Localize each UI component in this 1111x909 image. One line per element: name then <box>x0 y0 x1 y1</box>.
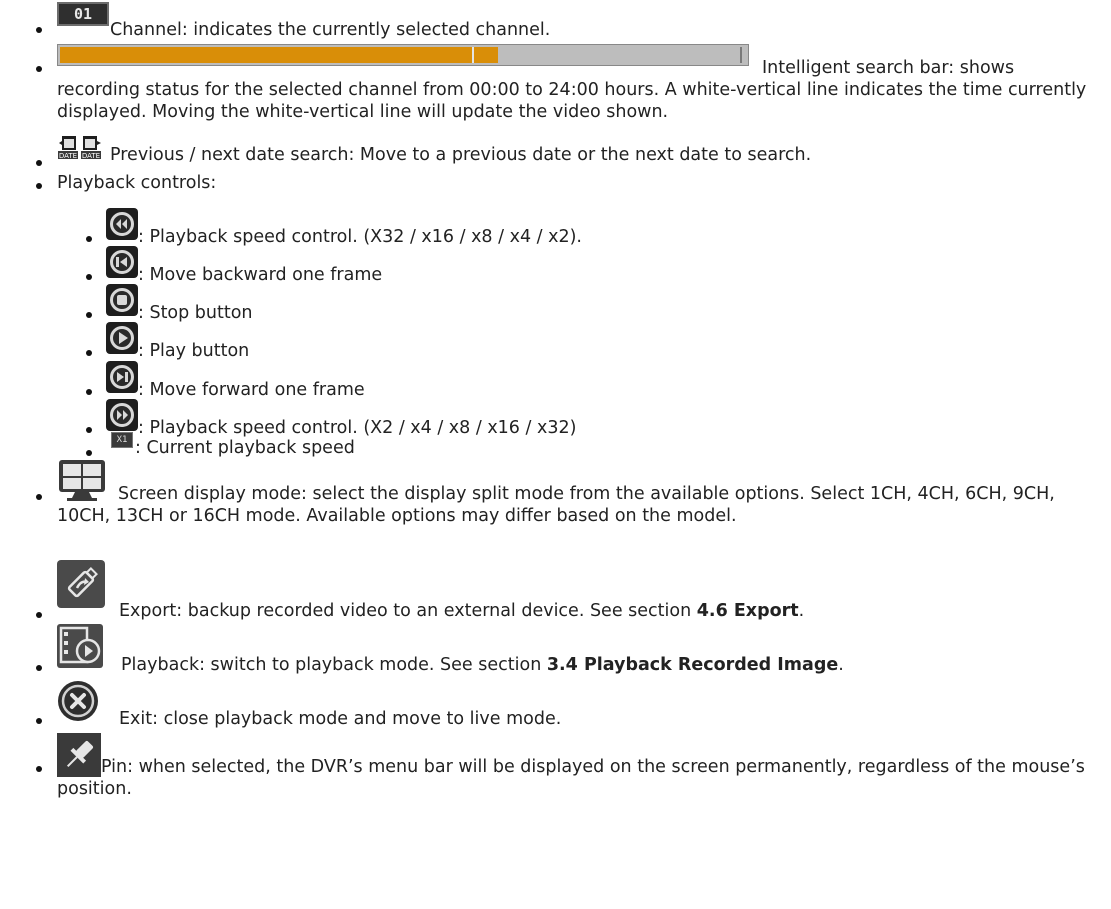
search-bar-label: Intelligent search bar: shows <box>762 58 1015 78</box>
date-search-icon: DATE DATE <box>58 136 101 160</box>
playback-text: Playback: switch to playback mode. See s… <box>121 655 547 675</box>
manual-page: 01 Channel: indicates the currently sele… <box>0 0 1111 909</box>
playback-controls-heading: Playback controls: <box>57 173 217 193</box>
stop-icon <box>106 284 138 316</box>
bullet <box>36 160 42 166</box>
step-forward-icon <box>106 361 138 393</box>
display-mode-description: Screen display mode: select the display … <box>57 484 1055 526</box>
bullet <box>86 274 92 280</box>
bullet <box>36 612 42 618</box>
bullet <box>36 665 42 671</box>
bar-end <box>740 47 742 63</box>
playback-mode-icon <box>57 624 103 668</box>
bullet <box>36 27 42 33</box>
date-label: DATE <box>59 152 77 160</box>
step-back-description: : Move backward one frame <box>138 265 383 285</box>
channel-icon: 01 <box>57 2 109 26</box>
export-text: Export: backup recorded video to an exte… <box>119 601 697 621</box>
export-section-link[interactable]: 4.6 Export <box>697 601 799 621</box>
recording-segment <box>474 47 498 63</box>
playback-section-link[interactable]: 3.4 Playback Recorded Image <box>547 655 838 675</box>
fast-forward-description: : Playback speed control. (X2 / x4 / x8 … <box>138 418 577 438</box>
bullet <box>86 427 92 433</box>
date-search-description: Previous / next date search: Move to a p… <box>110 145 812 165</box>
speed-indicator-icon: X1 <box>111 432 133 448</box>
bullet <box>36 718 42 724</box>
intelligent-search-bar-icon <box>57 44 749 66</box>
exit-close-icon <box>58 681 98 721</box>
exit-description: Exit: close playback mode and move to li… <box>119 709 562 729</box>
date-label: DATE <box>82 152 100 160</box>
bullet <box>36 494 42 500</box>
export-text-end: . <box>798 601 805 621</box>
rewind-icon <box>106 208 138 240</box>
bullet <box>36 66 42 72</box>
speed-description: : Current playback speed <box>135 438 355 458</box>
rewind-description: : Playback speed control. (X32 / x16 / x… <box>138 227 582 247</box>
export-description: Export: backup recorded video to an exte… <box>119 600 804 622</box>
playback-description: Playback: switch to playback mode. See s… <box>121 654 844 676</box>
channel-description: Channel: indicates the currently selecte… <box>110 20 551 40</box>
playback-text-end: . <box>838 655 844 675</box>
search-bar-description: recording status for the selected channe… <box>57 80 1087 122</box>
recording-segment <box>60 47 472 63</box>
step-back-icon <box>106 246 138 278</box>
play-description: : Play button <box>138 341 250 361</box>
pin-description: Pin: when selected, the DVR’s menu bar w… <box>57 757 1085 799</box>
bullet <box>86 450 92 456</box>
bullet <box>86 236 92 242</box>
bullet <box>86 389 92 395</box>
fast-forward-icon <box>106 399 138 431</box>
bullet <box>36 766 42 772</box>
bullet <box>86 312 92 318</box>
stop-description: : Stop button <box>138 303 253 323</box>
step-forward-description: : Move forward one frame <box>138 380 365 400</box>
bullet <box>36 183 42 189</box>
export-usb-icon <box>57 560 105 608</box>
play-icon <box>106 322 138 354</box>
bullet <box>86 350 92 356</box>
